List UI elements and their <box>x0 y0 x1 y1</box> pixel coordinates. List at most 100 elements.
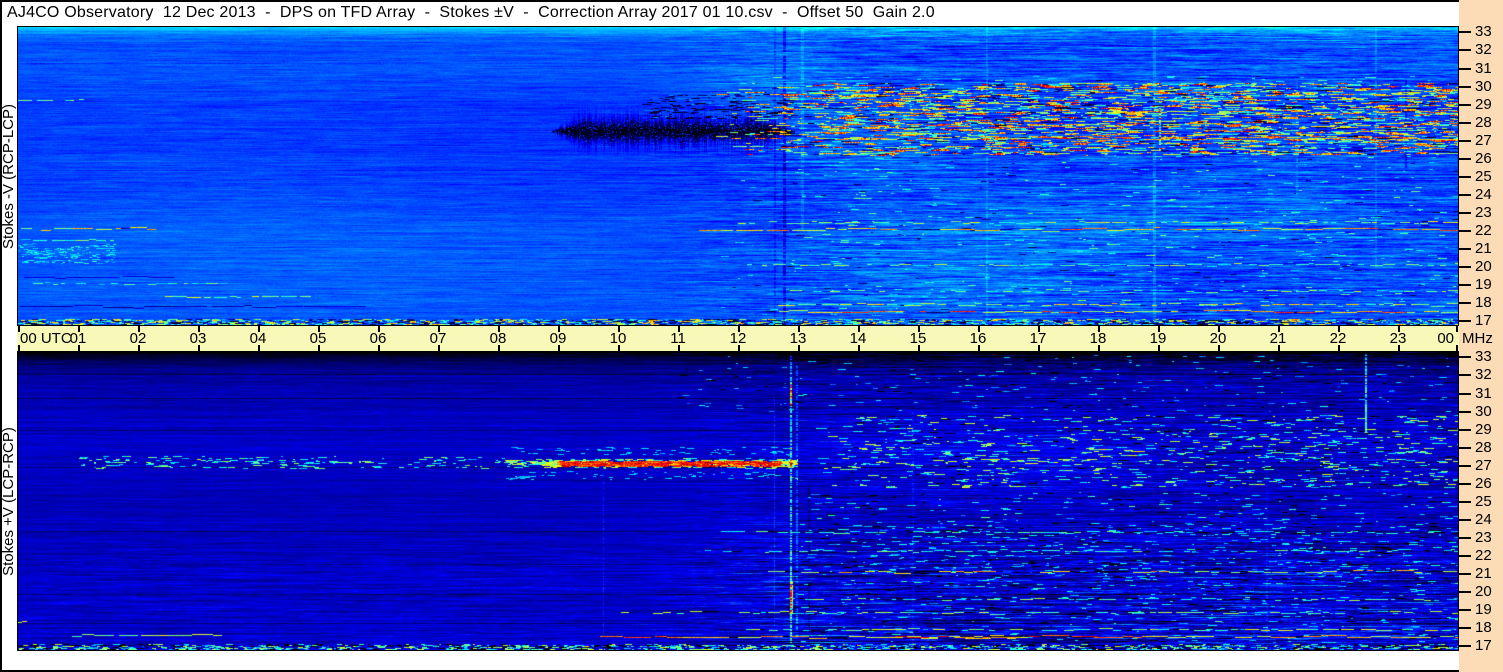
frequency-tick-label: 31 <box>1475 384 1492 402</box>
frequency-tick-label: 26 <box>1475 149 1492 167</box>
frequency-tick <box>1459 482 1471 485</box>
spectrogram-canvas-top <box>18 27 1458 325</box>
frequency-tick-label: 24 <box>1475 510 1492 528</box>
time-tick-label: 02 <box>129 330 147 347</box>
time-tick-label: 05 <box>309 330 327 347</box>
frequency-tick <box>1459 212 1471 215</box>
frequency-tick <box>1459 392 1471 395</box>
panel-label-stokes-minus-v: Stokes -V (RCP-LCP) <box>0 103 17 249</box>
frequency-tick <box>1459 103 1471 106</box>
frequency-tick-label: 25 <box>1475 492 1492 510</box>
time-tick-label: 09 <box>549 330 567 347</box>
frequency-tick <box>1459 609 1471 612</box>
frequency-tick-label: 22 <box>1475 547 1492 565</box>
frequency-tick <box>1459 410 1471 413</box>
frequency-tick <box>1459 428 1471 431</box>
frequency-tick-label: 20 <box>1475 583 1492 601</box>
time-tick-label: 22 <box>1329 330 1347 347</box>
frequency-tick-label: 29 <box>1475 95 1492 113</box>
spectrogram-canvas-bottom <box>18 352 1458 650</box>
time-tick-label: 13 <box>789 330 807 347</box>
frequency-tick-label: 19 <box>1475 601 1492 619</box>
time-tick-label: 03 <box>189 330 207 347</box>
frequency-tick-label: 31 <box>1475 59 1492 77</box>
frequency-tick-label: 20 <box>1475 258 1492 276</box>
frequency-tick-label: 19 <box>1475 276 1492 294</box>
spectrogram-panel-top <box>17 26 1459 326</box>
frequency-tick-label: 28 <box>1475 438 1492 456</box>
frequency-tick <box>1459 157 1471 160</box>
frequency-tick-label: 17 <box>1475 637 1492 655</box>
frequency-unit-label: MHz <box>1462 330 1493 347</box>
title-bar: AJ4CO Observatory 12 Dec 2013 - DPS on T… <box>7 4 935 21</box>
time-tick-label: 01 <box>69 330 87 347</box>
frequency-tick-label: 27 <box>1475 456 1492 474</box>
frequency-tick-label: 18 <box>1475 294 1492 312</box>
time-tick-label: 17 <box>1029 330 1047 347</box>
frequency-tick <box>1459 591 1471 594</box>
frequency-tick <box>1459 302 1471 305</box>
frequency-tick <box>1459 320 1471 323</box>
frequency-tick <box>1459 518 1471 521</box>
frequency-tick-label: 33 <box>1475 23 1492 41</box>
frequency-tick <box>1459 49 1471 52</box>
frequency-tick-label: 23 <box>1475 529 1492 547</box>
time-tick-label: 16 <box>969 330 987 347</box>
frequency-tick <box>1459 31 1471 34</box>
time-tick-label: 00 <box>1437 330 1454 347</box>
frequency-tick <box>1459 266 1471 269</box>
time-axis: 00 UTC 01 02 03 04 05 06 07 08 09 10 11 12 13 14 15 16 17… <box>17 326 1459 351</box>
frequency-tick-label: 23 <box>1475 204 1492 222</box>
frequency-tick <box>1459 537 1471 540</box>
panel-label-stokes-plus-v: Stokes +V (LCP-RCP) <box>0 426 18 576</box>
time-tick-label: 11 <box>670 330 686 347</box>
frequency-tick-label: 21 <box>1475 240 1492 258</box>
frequency-tick <box>1459 356 1471 359</box>
frequency-tick-label: 28 <box>1475 113 1492 131</box>
frequency-tick-label: 24 <box>1475 185 1492 203</box>
frequency-tick <box>1459 121 1471 124</box>
time-tick-label: 12 <box>729 330 747 347</box>
time-tick-label: 04 <box>249 330 267 347</box>
frequency-tick <box>1459 645 1471 648</box>
frequency-tick <box>1459 446 1471 449</box>
frequency-tick-label: 27 <box>1475 131 1492 149</box>
time-tick-label: 10 <box>609 330 627 347</box>
time-tick-label: 15 <box>909 330 927 347</box>
frequency-tick <box>1459 175 1471 178</box>
time-tick-label: 08 <box>489 330 507 347</box>
spectrograph-window: AJ4CO Observatory 12 Dec 2013 - DPS on T… <box>0 0 1503 672</box>
time-tick-label: 18 <box>1089 330 1107 347</box>
frequency-tick <box>1459 374 1471 377</box>
time-tick-label: 07 <box>429 330 447 347</box>
frequency-tick-label: 33 <box>1475 348 1492 366</box>
frequency-tick <box>1459 139 1471 142</box>
frequency-tick <box>1459 284 1471 287</box>
time-tick-label: 21 <box>1269 330 1287 347</box>
frequency-tick-label: 30 <box>1475 77 1492 95</box>
frequency-tick-label: 18 <box>1475 619 1492 637</box>
time-tick-label: 23 <box>1389 330 1407 347</box>
frequency-tick-label: 26 <box>1475 474 1492 492</box>
frequency-tick <box>1459 555 1471 558</box>
time-tick-label: 20 <box>1209 330 1227 347</box>
frequency-tick <box>1459 85 1471 88</box>
time-tick-label: 14 <box>849 330 867 347</box>
spectrogram-panel-bottom <box>17 351 1459 651</box>
frequency-tick-label: 30 <box>1475 402 1492 420</box>
time-tick <box>1456 326 1458 332</box>
frequency-tick <box>1459 573 1471 576</box>
frequency-scale: 33 32 31 30 29 28 27 26 25 24 23 22 21 20 19 18 17 33 32 31… <box>1459 0 1503 672</box>
frequency-tick-label: 22 <box>1475 222 1492 240</box>
frequency-tick-label: 29 <box>1475 420 1492 438</box>
frequency-tick <box>1459 627 1471 630</box>
frequency-tick <box>1459 500 1471 503</box>
frequency-tick-label: 25 <box>1475 167 1492 185</box>
left-axis-label-bottom: Stokes +V (LCP-RCP) <box>0 351 17 651</box>
frequency-tick <box>1459 248 1471 251</box>
frequency-tick <box>1459 464 1471 467</box>
left-axis-label-top: Stokes -V (RCP-LCP) <box>0 26 17 326</box>
time-tick-label: 06 <box>369 330 387 347</box>
frequency-tick-label: 32 <box>1475 41 1492 59</box>
frequency-tick <box>1459 193 1471 196</box>
